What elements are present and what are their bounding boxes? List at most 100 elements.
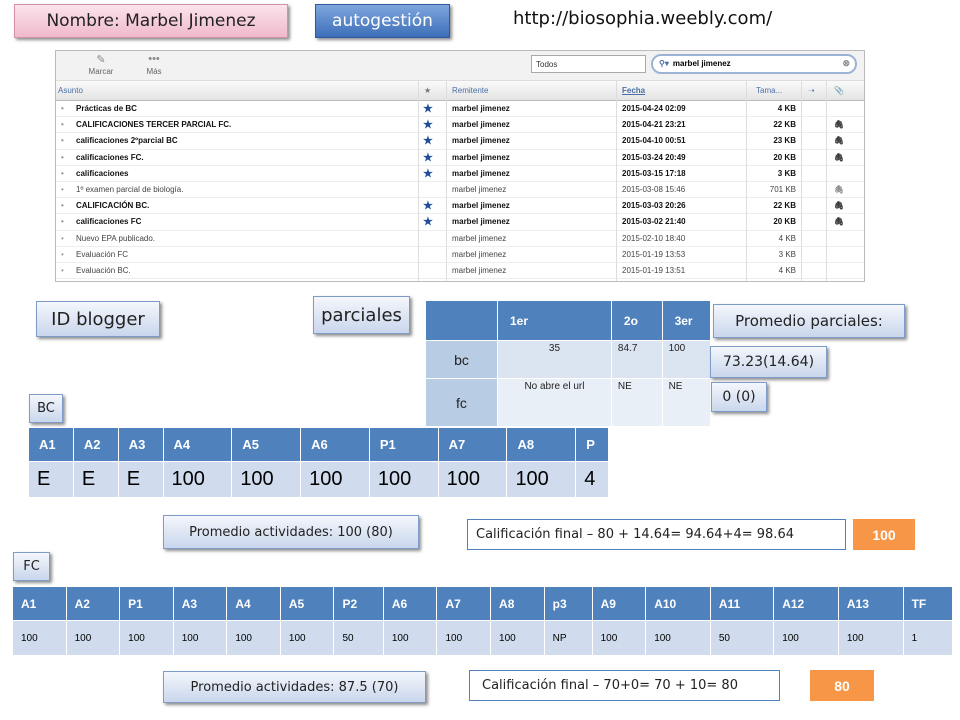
table-cell: 100	[437, 461, 508, 498]
more-icon: •••	[148, 53, 160, 65]
table-cell: 100	[300, 461, 370, 498]
star-icon[interactable]: ★	[423, 215, 433, 228]
mail-date: 2015-02-10 18:40	[622, 233, 686, 243]
mail-date: 2015-01-19 13:53	[622, 249, 686, 259]
table-cell: 100	[65, 620, 121, 656]
table-cell: E	[117, 461, 164, 498]
table-cell: 50	[709, 620, 775, 656]
mail-sender: marbel jimenez	[452, 217, 510, 227]
col-subject[interactable]: Asunto	[58, 86, 83, 95]
archive-icon: ▦	[56, 53, 66, 67]
mail-date: 2015-03-15 17:18	[622, 168, 686, 178]
thread-dot: •	[61, 249, 64, 259]
mail-row[interactable]: • Nuevo EPA publicado. marbel jimenez 2015-…	[56, 231, 864, 247]
mail-date: 2015-03-03 20:26	[622, 201, 686, 211]
table-cell: 100	[368, 461, 439, 498]
star-icon[interactable]: ★	[423, 134, 433, 147]
mail-size: 20 KB	[773, 152, 796, 162]
autogestion-label: autogestión	[315, 4, 450, 38]
mail-row[interactable]: • Evaluación BC. marbel jimenez 2015-01-19 …	[56, 263, 864, 280]
bc-header-row: A1 A2 A3 A4 A5 A6 P1 A7 A8 P	[28, 427, 609, 462]
more-button[interactable]: ••• Más	[134, 53, 174, 76]
clear-search-icon[interactable]: ⊗	[842, 58, 850, 69]
header-cell: A5	[279, 586, 335, 621]
student-name-label: Nombre: Marbel Jimenez	[14, 4, 288, 38]
mail-row[interactable]: • calificaciones FC ★ marbel jimenez 2015-03…	[56, 214, 864, 231]
mail-sender: marbel jimenez	[452, 233, 507, 243]
bc-promedio-actividades: Promedio actividades: 100 (80)	[163, 515, 419, 549]
thread-dot: •	[61, 233, 64, 243]
table-cell: 100	[226, 620, 281, 656]
header-cell: P1	[119, 586, 174, 621]
mail-row[interactable]: • CALIFICACIONES TERCER PARCIAL FC. ★ marbe…	[56, 117, 864, 134]
mark-button[interactable]: ✎ Marcar	[81, 53, 121, 76]
col-size[interactable]: Tama...	[756, 86, 782, 95]
mail-size: 701 KB	[769, 184, 796, 194]
table-cell: NE	[610, 378, 663, 427]
header-cell: A5	[231, 427, 302, 462]
attachment-column-icon[interactable]: 📎	[834, 86, 844, 95]
paperclip-icon: 🖇	[834, 120, 845, 130]
header-cell: A7	[437, 427, 508, 462]
table-cell: 100	[773, 620, 839, 656]
mail-date: 2015-01-19 13:51	[622, 265, 686, 275]
fc-activities-table: A1 A2 P1 A3 A4 A5 P2 A6 A7 A8 p3 A9 A10 A11 A12 A13 TF 1…	[12, 586, 954, 656]
mail-subject: calificaciones FC	[76, 217, 142, 227]
bc-activities-table: A1 A2 A3 A4 A5 A6 P1 A7 A8 P E E E 100 100 100 100 100 10…	[28, 427, 609, 498]
mail-size: 20 KB	[773, 217, 796, 227]
mail-size: 4 KB	[778, 265, 796, 275]
mail-size: 23 KB	[773, 136, 796, 146]
header-cell: A9	[591, 586, 647, 621]
header-cell: A6	[300, 427, 370, 462]
table-cell: 100	[162, 461, 233, 498]
mail-subject: 1º examen parcial de biología.	[76, 184, 184, 194]
fc-header-row: A1 A2 P1 A3 A4 A5 P2 A6 A7 A8 p3 A9 A10 A11 A12 A13 TF	[12, 586, 954, 621]
mail-date: 2015-03-02 21:40	[622, 217, 686, 227]
star-icon[interactable]: ★	[423, 167, 433, 180]
mail-subject: Evaluación FC	[76, 249, 129, 259]
mail-date: 2015-04-24 02:09	[622, 104, 686, 113]
mail-subject: Nuevo EPA publicado.	[76, 233, 156, 243]
table-row: bc 35 84.7 100	[425, 340, 712, 379]
paperclip-icon: 🖇	[834, 201, 845, 211]
header-cell: 2o	[610, 300, 663, 341]
mail-list: • Prácticas de BC ★ marbel jimenez 2015-04-2…	[56, 101, 864, 280]
star-icon[interactable]: ★	[423, 102, 433, 115]
header-cell: A8	[506, 427, 577, 462]
table-cell: 84.7	[610, 340, 663, 379]
flag-column-icon[interactable]: ➝	[808, 86, 815, 95]
col-sender[interactable]: Remitente	[452, 86, 488, 95]
header-cell: A4	[226, 586, 281, 621]
header-cell: A3	[172, 586, 228, 621]
table-cell: 1	[902, 620, 954, 656]
thread-dot: •	[61, 217, 64, 227]
archive-button[interactable]: ▦ar	[56, 53, 66, 76]
mail-sender: marbel jimenez	[452, 184, 507, 194]
mail-row[interactable]: • Evaluación FC marbel jimenez 2015-01-19 1…	[56, 247, 864, 263]
mail-row[interactable]: • calificaciones FC. ★ marbel jimenez 2015-0…	[56, 150, 864, 166]
star-icon[interactable]: ★	[423, 118, 433, 131]
search-input[interactable]: ⚲▾ marbel jimenez ⊗	[651, 54, 857, 74]
table-cell: NP	[543, 620, 593, 656]
mail-row[interactable]: • calificaciones ★ marbel jimenez 2015-03-15…	[56, 166, 864, 182]
mail-sender: marbel jimenez	[452, 152, 510, 162]
table-cell: 4	[575, 461, 609, 498]
row-header: bc	[425, 340, 498, 379]
star-icon[interactable]: ★	[423, 151, 433, 164]
mail-row[interactable]: • 1º examen parcial de biología. marbel ji…	[56, 182, 864, 199]
star-icon[interactable]: ★	[423, 199, 433, 212]
mail-toolbar: ▦ar ✎Marcar •••Más Todos ⚲▾marbel jimene…	[56, 51, 864, 81]
paperclip-icon: 🖇	[834, 152, 845, 162]
search-icon: ⚲▾	[659, 59, 669, 68]
mail-subject: calificaciones 2ºparcial BC	[76, 136, 178, 146]
table-cell: NE	[661, 378, 712, 427]
table-cell: E	[72, 461, 119, 498]
mail-row[interactable]: • calificaciones 2ºparcial BC ★ marbel jime…	[56, 133, 864, 150]
col-date[interactable]: Fecha	[622, 86, 645, 95]
star-column-icon[interactable]: ★	[424, 86, 431, 95]
mail-row[interactable]: • Prácticas de BC ★ marbel jimenez 2015-04-2…	[56, 101, 864, 118]
filter-select[interactable]: Todos	[531, 55, 646, 73]
mail-sender: marbel jimenez	[452, 120, 510, 130]
mail-sender: marbel jimenez	[452, 201, 510, 211]
mail-row[interactable]: • CALIFICACIÓN BC. ★ marbel jimenez 2015-03-…	[56, 198, 864, 215]
